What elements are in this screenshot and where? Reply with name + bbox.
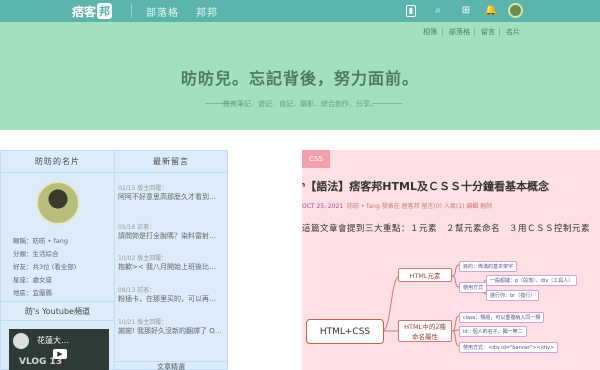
subnav-separator [442, 28, 443, 36]
logo-text: 痞客 [72, 4, 97, 19]
subnav-separator [499, 28, 500, 36]
comment-meta: 02/15 版主回覆： [118, 185, 168, 192]
nav-link-blog[interactable]: 部落格 [146, 4, 179, 19]
profile-nickname: 暱稱：昉昉 • fang [13, 237, 68, 245]
mindmap-leaf: 擔行你：br（換行） [486, 290, 540, 301]
post-category-tag[interactable]: CSS [302, 150, 330, 168]
comment-meta: 08/13 訪客： [118, 287, 156, 294]
mindmap-root: HTML+CSS [306, 319, 384, 344]
mindmap-branch: HTML中的2種 命名屬性 [398, 320, 452, 342]
blog-title[interactable]: 昉昉兒。忘記背後，努力面前。 [0, 65, 600, 89]
profile-category: 分類：生活綜合 [13, 250, 59, 258]
top-navigation-bar: 痞客邦 部落格 邦邦 ▮ ⌕ ⊞ 🔔 [0, 0, 600, 22]
profile-friends[interactable]: 好友：共3位 (看全部) [13, 261, 76, 274]
bookmark-icon[interactable]: ▮ [406, 5, 416, 17]
post-meta-links[interactable]: 昉昉 • fang 發表在 痞客邦 留言(0) 人氣(1) 編輯 刪除 [347, 203, 492, 210]
subnav-blog[interactable]: 部落格 [449, 27, 470, 37]
user-avatar[interactable] [508, 3, 523, 18]
nav-divider [131, 4, 132, 18]
mindmap-leaf: 使用方式：<div id="banner"></div> [459, 342, 559, 353]
comment-text: 粉插卡，在那里买的，可以再… [118, 295, 216, 303]
blog-banner: 昉昉兒。忘記背後，努力面前。 教育筆記．遊記．食記．攝影．綜合創作．分享。 [0, 42, 600, 130]
comment-meta: 10/02 版主回覆： [118, 255, 168, 262]
post-intro: 這篇文章會提到三大重點：１元素 ２幫元素命名 ３用ＣＳＳ控制元素 [302, 224, 591, 234]
search-icon[interactable]: ⌕ [431, 4, 445, 18]
comment-meta: 05/16 訪客： [118, 224, 156, 231]
youtube-video[interactable]: 花蓮大… VLOG 13 ▶ [9, 329, 109, 370]
comment-item[interactable]: 10/21 版主回覆： 謝謝! 我那好久沒新的翻譯了 Q… [118, 319, 226, 336]
latest-comments: 最新留言 02/15 版主回覆： 阿阿不好意思高那麼久才看到… 05/16 訪客… [115, 150, 228, 370]
mindmap-leaf: 使用方式 [459, 282, 488, 293]
subnav-album[interactable]: 相簿 [423, 27, 437, 37]
logo-mark: 邦 [97, 3, 113, 19]
post-title[interactable]: ᵐ【語法】痞客邦HTML及ＣＳＳ十分鐘看基本概念 [302, 178, 549, 194]
subnav-guestbook[interactable]: 留言 [481, 27, 495, 37]
featured-heading: 文章精選 [115, 361, 227, 370]
comment-item[interactable]: 10/02 版主回覆： 抱歉>< 我八月開始上班後比… [118, 255, 226, 272]
mindmap-leaf: id：個人的名子，獨一無二 [459, 326, 527, 337]
blog-subtitle: 教育筆記．遊記．食記．攝影．綜合創作．分享。 [223, 100, 377, 108]
comment-meta: 10/21 版主回覆： [118, 319, 168, 326]
profile-heading: 昉昉的名片 [1, 151, 114, 173]
mindmap-leaf: 目的：佈滿的基本架字 [459, 261, 518, 272]
mindmap-leaf: class：類組，可以重複納入同一類 [459, 312, 545, 323]
comment-text: 請問妳是打全脫嗎？染料雷射… [118, 232, 216, 240]
bell-icon[interactable]: 🔔 [484, 4, 498, 18]
profile-card: 昉昉的名片 暱稱：昉昉 • fang 分類：生活綜合 好友：共3位 (看全部) … [0, 150, 115, 370]
channel-avatar [13, 333, 29, 349]
nav-link-bangbang[interactable]: 邦邦 [196, 4, 218, 19]
play-icon[interactable]: ▶ [53, 349, 67, 359]
profile-region: 地區：宜蘭縣 [13, 289, 52, 297]
site-logo[interactable]: 痞客邦 [72, 2, 113, 20]
post-card: CSS ᵐ【語法】痞客邦HTML及ＣＳＳ十分鐘看基本概念 OCT 25, 202… [302, 150, 600, 370]
mindmap-branch: HTML元素 [398, 268, 452, 282]
grid-icon[interactable]: ⊞ [459, 4, 473, 18]
video-title: 花蓮大… [37, 336, 69, 345]
comment-item[interactable]: 02/15 版主回覆： 阿阿不好意思高那麼久才看到… [118, 185, 226, 202]
mindmap-leaf: 一般超鏈：p（段落）、div（工具人） [486, 275, 578, 286]
subtitle-line [372, 103, 402, 104]
post-meta: OCT 25, 2021 昉昉 • fang 發表在 痞客邦 留言(0) 人氣(… [302, 201, 492, 210]
comments-heading: 最新留言 [115, 151, 227, 173]
secondary-nav: 相簿 部落格 留言 名片 [0, 22, 600, 42]
youtube-heading: 昉's Youtube頻道 [1, 301, 114, 321]
comment-text: 阿阿不好意思高那麼久才看到… [118, 193, 216, 201]
comment-text: 抱歉>< 我八月開始上班後比… [118, 263, 216, 271]
post-date: OCT 25, 2021 [302, 203, 344, 210]
comment-text: 謝謝! 我那好久沒新的翻譯了 Q… [118, 327, 222, 335]
subnav-separator [474, 28, 475, 36]
profile-info: 暱稱：昉昉 • fang 分類：生活綜合 好友：共3位 (看全部) 星座：處女座… [13, 235, 76, 300]
comment-item[interactable]: 05/16 訪客： 請問妳是打全脫嗎？染料雷射… [118, 224, 226, 241]
subnav-card[interactable]: 名片 [506, 27, 520, 37]
profile-zodiac: 星座：處女座 [13, 276, 52, 284]
comment-item[interactable]: 08/13 訪客： 粉插卡，在那里买的，可以再… [118, 287, 226, 304]
profile-avatar[interactable] [36, 181, 80, 225]
